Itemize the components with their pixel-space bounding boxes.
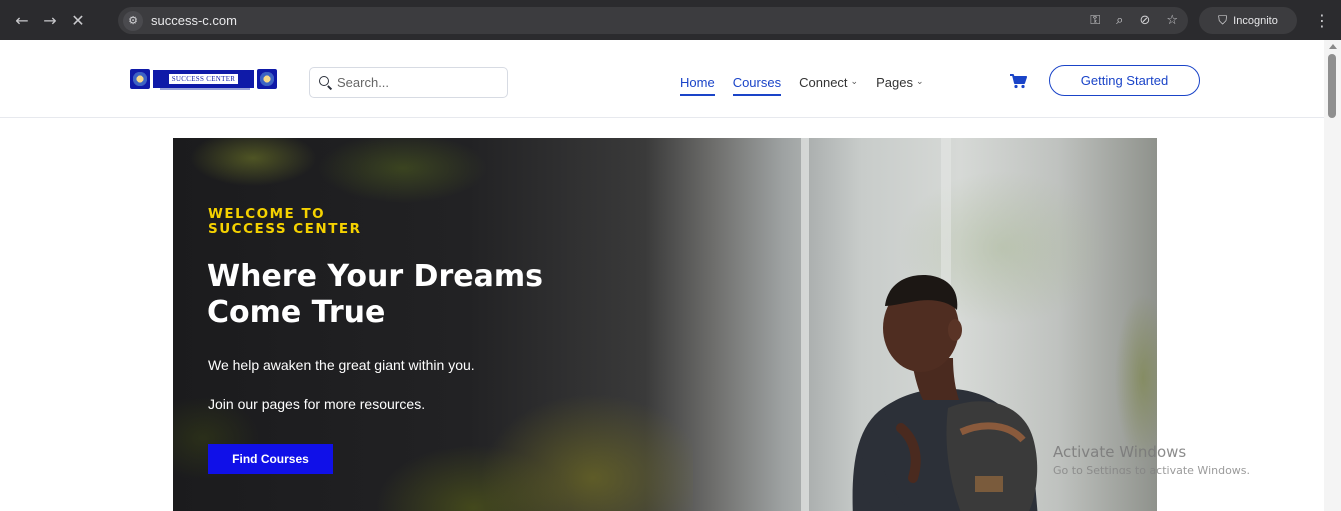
star-icon[interactable]: ☆ [1166,13,1178,28]
watermark-title: Activate Windows [1053,443,1187,461]
hero-eyebrow-line2: SUCCESS CENTER [208,221,362,237]
hero-student-photo [852,275,1038,511]
find-courses-button[interactable]: Find Courses [208,444,333,474]
forward-arrow-icon[interactable]: → [36,6,64,34]
hero-eyebrow-line1: WELCOME TO [208,206,326,222]
main-nav: Home Courses Connect ⌄ Pages ⌄ [680,71,942,96]
hero-eyebrow: WELCOME TO SUCCESS CENTER [208,207,428,237]
hero-subtitle-1: We help awaken the great giant within yo… [208,357,475,373]
site-logo[interactable]: SUCCESS CENTER [130,68,277,90]
back-arrow-icon[interactable]: ← [8,6,36,34]
incognito-badge[interactable]: ⛉ Incognito [1199,7,1297,34]
chevron-down-icon: ⌄ [915,77,924,87]
key-icon[interactable]: ⚿ [1090,13,1100,28]
browser-toolbar: ← → ✕ ⚙ success-c.com ⚿ ⌕ ⊘ ☆ ⛉ Incognit… [0,0,1341,40]
site-header: SUCCESS CENTER Home Courses Connect⌄ Pag… [0,40,1324,118]
search-icon [319,76,332,89]
logo-tagline [160,88,250,90]
site-search[interactable] [309,67,508,98]
logo-wordmark: SUCCESS CENTER [153,70,254,88]
eye-off-icon[interactable]: ⊘ [1139,13,1150,28]
site-info-icon[interactable]: ⚙ [123,10,143,31]
nav-connect[interactable]: Connect ⌄ [799,71,858,93]
cart-icon[interactable] [1009,73,1027,89]
page-viewport: SUCCESS CENTER Home Courses Connect⌄ Pag… [0,40,1324,511]
nav-courses[interactable]: Courses [732,71,782,96]
zoom-icon[interactable]: ⌕ [1116,13,1123,28]
chevron-down-icon: ⌄ [850,77,859,87]
browser-menu-icon[interactable]: ⋮ [1310,7,1334,34]
watermark-subtitle: Go to Settings to activate Windows. [1053,464,1251,474]
nav-home-label: Home [680,74,715,90]
logo-seal-right-icon [257,69,277,89]
hero-title: Where Your Dreams Come True [207,259,637,331]
logo-seal-left-icon [130,69,150,89]
incognito-icon: ⛉ [1218,13,1228,27]
logo-text: SUCCESS CENTER [168,74,239,84]
hero-title-line2: Come True [207,295,386,330]
incognito-label: Incognito [1233,14,1278,27]
page-scrollbar[interactable] [1324,40,1341,511]
nav-connect-label: Connect [799,74,848,90]
getting-started-button[interactable]: Getting Started [1049,65,1200,96]
hero-banner: WELCOME TO SUCCESS CENTER Where Your Dre… [173,138,1157,511]
nav-home[interactable]: Home [680,71,715,96]
scroll-up-arrow-icon[interactable] [1329,44,1337,49]
url-text[interactable]: success-c.com [151,13,237,28]
nav-pages-label: Pages [876,74,913,90]
nav-courses-label: Courses [732,74,782,90]
nav-pages[interactable]: Pages ⌄ [876,71,923,93]
hero-title-line1: Where Your Dreams [207,259,543,294]
activate-windows-watermark: Activate Windows Go to Settings to activ… [1053,443,1250,474]
search-input[interactable] [337,75,497,90]
address-bar[interactable]: ⚙ success-c.com ⚿ ⌕ ⊘ ☆ [118,7,1188,34]
stop-loading-icon[interactable]: ✕ [64,6,92,34]
scrollbar-thumb[interactable] [1328,54,1336,118]
hero-subtitle-2: Join our pages for more resources. [208,396,426,412]
